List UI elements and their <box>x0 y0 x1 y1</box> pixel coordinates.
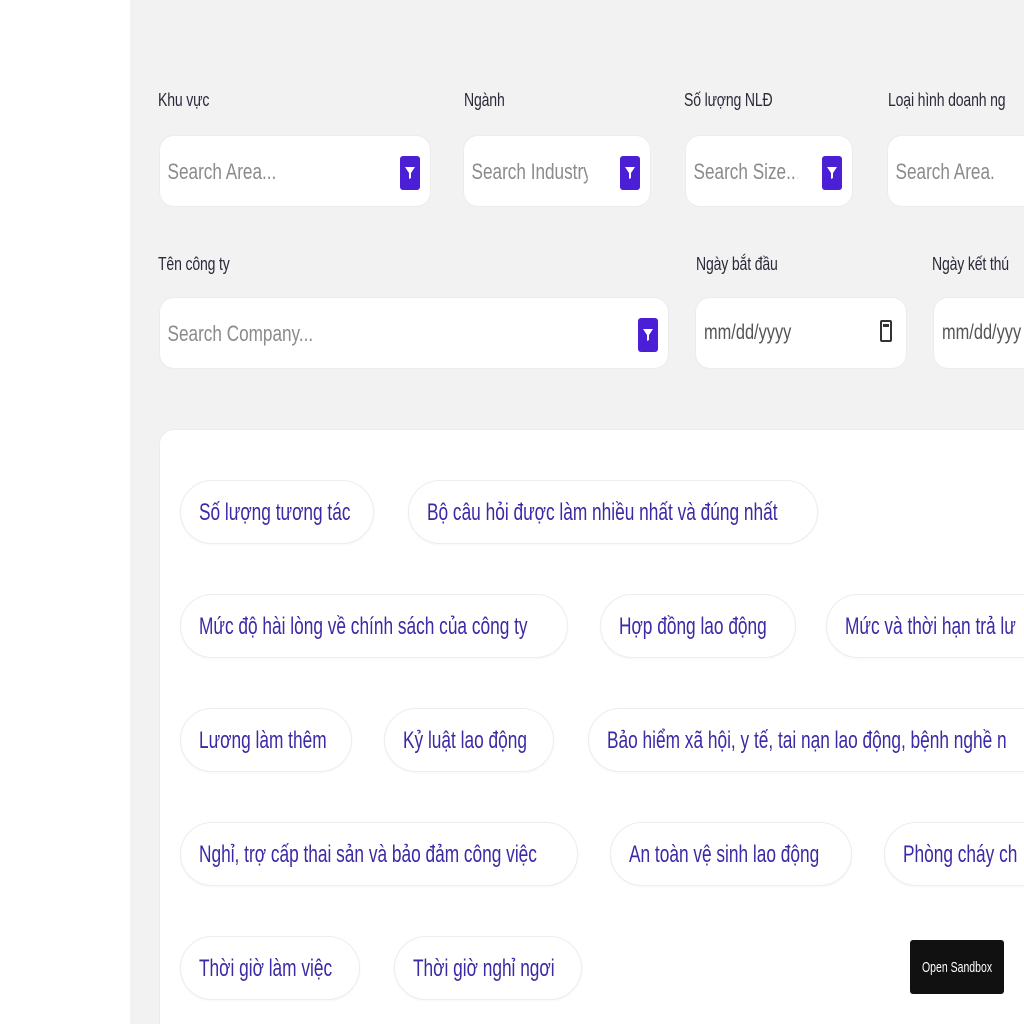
topic-chip[interactable]: Phòng cháy ch <box>884 822 1024 886</box>
topic-chip-label: Hợp đồng lao động <box>619 613 767 640</box>
filter-icon[interactable] <box>638 318 658 352</box>
topic-chip-label: Bộ câu hỏi được làm nhiều nhất và đúng n… <box>427 499 778 526</box>
business-type-filter <box>888 136 1024 208</box>
topic-chip[interactable]: Thời giờ làm việc <box>180 936 360 1000</box>
topic-chip[interactable]: Hợp đồng lao động <box>600 594 796 658</box>
end-date-label: Ngày kết thú <box>932 254 1009 274</box>
calendar-icon[interactable] <box>880 320 892 342</box>
topic-chip-label: Số lượng tương tác <box>199 499 351 526</box>
area-search-input[interactable] <box>166 136 338 208</box>
filter-icon[interactable] <box>400 156 420 190</box>
industry-search-input[interactable] <box>470 136 590 208</box>
company-label: Tên công ty <box>158 254 230 274</box>
start-date-label: Ngày bắt đầu <box>696 254 778 274</box>
topic-chip[interactable]: Lương làm thêm <box>180 708 352 772</box>
topic-chip-label: Bảo hiểm xã hội, y tế, tai nạn lao động,… <box>607 727 1007 754</box>
topic-chip[interactable]: Bộ câu hỏi được làm nhiều nhất và đúng n… <box>408 480 818 544</box>
topics-panel: Số lượng tương tác Bộ câu hỏi được làm n… <box>160 430 1024 1024</box>
topic-chip-label: An toàn vệ sinh lao động <box>629 841 820 868</box>
dashboard-content: Khu vực Ngành Số lượng NLĐ Loại hình doa… <box>130 0 1024 1024</box>
start-date-value: mm/dd/yyyy <box>704 321 792 344</box>
topic-chip[interactable]: An toàn vệ sinh lao động <box>610 822 852 886</box>
topic-chip[interactable]: Nghỉ, trợ cấp thai sản và bảo đảm công v… <box>180 822 578 886</box>
topic-chip[interactable]: Bảo hiểm xã hội, y tế, tai nạn lao động,… <box>588 708 1024 772</box>
industry-label: Ngành <box>464 90 505 110</box>
topic-chip[interactable]: Thời giờ nghỉ ngơi <box>394 936 582 1000</box>
business-type-search-input[interactable] <box>894 136 997 208</box>
open-sandbox-tooltip[interactable]: Open Sandbox <box>910 940 1004 994</box>
filter-icon[interactable] <box>620 156 640 190</box>
topic-chip-label: Lương làm thêm <box>199 727 327 754</box>
topic-chip-label: Phòng cháy ch <box>903 841 1018 868</box>
company-filter <box>160 298 668 370</box>
filter-icon[interactable] <box>822 156 842 190</box>
area-label: Khu vực <box>158 90 210 110</box>
area-filter <box>160 136 430 208</box>
topic-chip-label: Thời giờ nghỉ ngơi <box>413 955 555 982</box>
topic-chip-label: Thời giờ làm việc <box>199 955 333 982</box>
size-filter <box>686 136 852 208</box>
topic-chip-label: Mức và thời hạn trả lư <box>845 613 1016 640</box>
end-date-input[interactable]: mm/dd/yyy <box>934 298 1024 368</box>
industry-filter <box>464 136 650 208</box>
topic-chip[interactable]: Kỷ luật lao động <box>384 708 554 772</box>
topic-chip-label: Mức độ hài lòng về chính sách của công t… <box>199 613 528 640</box>
left-margin <box>0 0 130 1024</box>
size-label: Số lượng NLĐ <box>684 90 773 110</box>
topic-chip[interactable]: Số lượng tương tác <box>180 480 374 544</box>
company-search-input[interactable] <box>166 298 487 370</box>
end-date-value: mm/dd/yyy <box>942 321 1022 344</box>
topic-chip-label: Nghỉ, trợ cấp thai sản và bảo đảm công v… <box>199 841 537 868</box>
tooltip-text: Open Sandbox <box>921 958 993 976</box>
topic-chip[interactable]: Mức độ hài lòng về chính sách của công t… <box>180 594 568 658</box>
topic-chip[interactable]: Mức và thời hạn trả lư <box>826 594 1024 658</box>
size-search-input[interactable] <box>692 136 799 208</box>
start-date-input[interactable]: mm/dd/yyyy <box>696 298 906 368</box>
topic-chip-label: Kỷ luật lao động <box>403 727 527 754</box>
business-type-label: Loại hình doanh ng <box>888 90 1006 110</box>
